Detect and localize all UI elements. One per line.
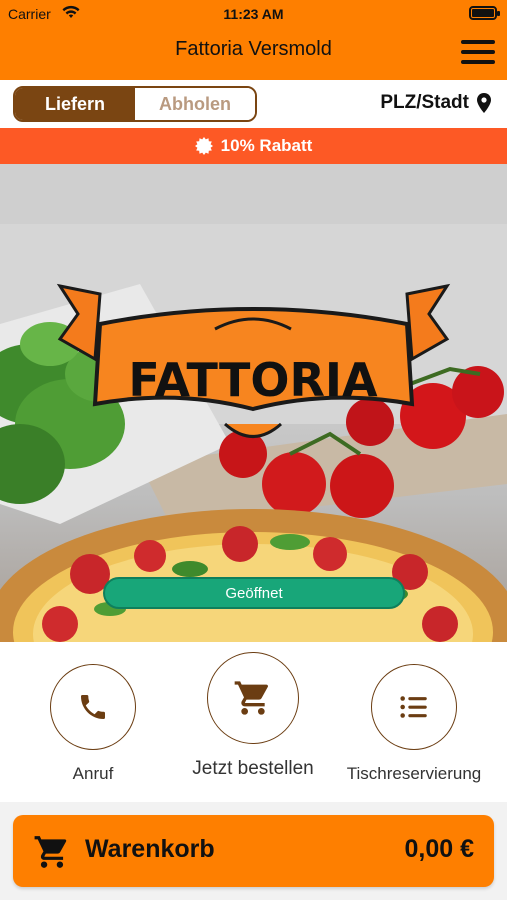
delivery-toggle: Liefern Abholen [13, 86, 257, 122]
cart-icon [34, 836, 67, 868]
location-label: PLZ/Stadt [380, 92, 469, 113]
phone-icon [81, 695, 105, 719]
reservation-action[interactable]: Tischreservierung [339, 658, 489, 784]
toggle-liefern[interactable]: Liefern [15, 88, 135, 120]
page-title: Fattoria Versmold [175, 38, 332, 60]
reservation-button[interactable] [371, 664, 457, 750]
call-button[interactable] [50, 664, 136, 750]
reservation-label: Tischreservierung [346, 764, 482, 783]
logo-text: FATTORIA [128, 353, 378, 407]
order-now-button[interactable] [207, 652, 299, 744]
status-bar: Carrier 11:23 AM [0, 0, 507, 28]
pizza [0, 509, 507, 642]
discount-banner[interactable]: 10% Rabatt [0, 128, 507, 164]
clock: 11:23 AM [223, 6, 284, 22]
badge-icon [194, 137, 213, 155]
cart-button[interactable]: Warenkorb 0,00 € [13, 815, 494, 887]
toggle-abholen[interactable]: Abholen [135, 88, 255, 120]
hero-image: FATTORIA Geöffnet [0, 164, 507, 642]
cart-total: 0,00 € [404, 835, 474, 863]
cart-icon [234, 681, 268, 715]
app-header: Carrier 11:23 AM Fattoria Versmold [0, 0, 507, 80]
location-selector[interactable]: PLZ/Stadt [380, 92, 491, 114]
open-status-button[interactable]: Geöffnet [103, 577, 405, 609]
battery-icon [469, 6, 500, 20]
hamburger-menu-icon[interactable] [461, 40, 495, 64]
action-row: Anruf Jetzt bestellen Tischreservierung [0, 642, 507, 802]
call-action[interactable]: Anruf [18, 658, 168, 784]
location-pin-icon [477, 93, 491, 113]
order-mode-bar: Liefern Abholen PLZ/Stadt [0, 80, 507, 128]
call-label: Anruf [72, 764, 114, 783]
discount-text: 10% Rabatt [220, 136, 313, 155]
cart-label: Warenkorb [85, 835, 215, 863]
list-icon [400, 696, 427, 718]
hero-scene: FATTORIA [0, 164, 507, 642]
order-now-label: Jetzt bestellen [192, 758, 314, 779]
order-now-action[interactable]: Jetzt bestellen [178, 652, 328, 780]
